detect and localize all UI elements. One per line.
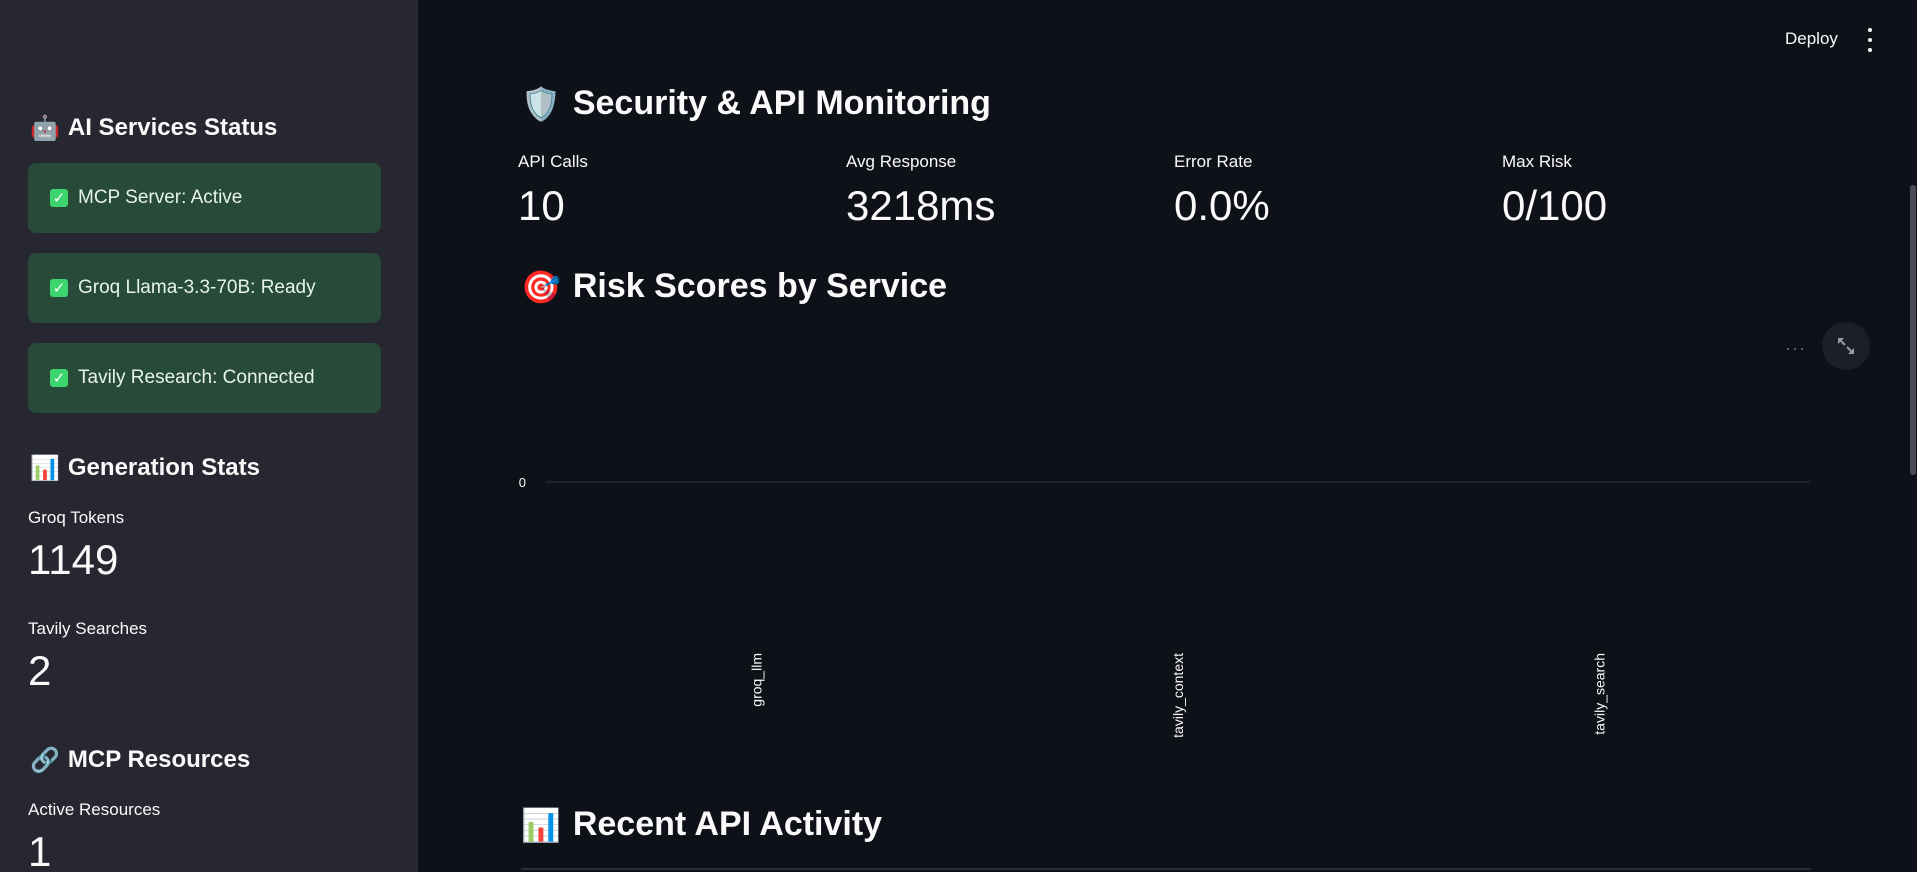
table-top-border (521, 868, 1811, 870)
scrollbar[interactable] (1910, 185, 1916, 475)
x-tick-label: tavily_context (1170, 653, 1186, 738)
x-tick-label: groq_llm (749, 653, 765, 707)
recent-activity-heading: 📊 Recent API Activity (521, 805, 882, 844)
y-tick-label: 0 (519, 475, 526, 490)
x-tick-label: tavily_search (1591, 653, 1607, 735)
recent-activity-heading-text: Recent API Activity (572, 805, 883, 843)
bar-chart-icon: 📊 (521, 805, 561, 844)
risk-scores-chart: 0 groq_llm tavily_context tavily_search (519, 475, 1810, 738)
